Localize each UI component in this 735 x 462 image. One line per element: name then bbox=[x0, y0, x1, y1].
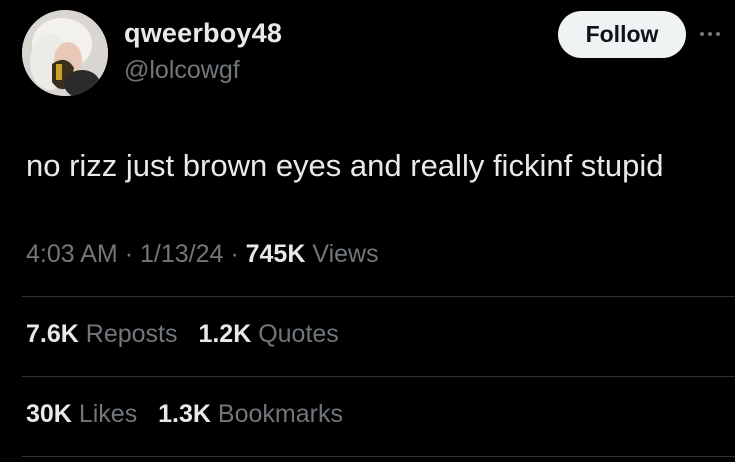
user-handle[interactable]: @lolcowgf bbox=[124, 56, 240, 85]
display-name[interactable]: qweerboy48 bbox=[124, 18, 282, 49]
tweet-date[interactable]: 1/13/24 bbox=[140, 240, 223, 268]
reposts-stat[interactable]: 7.6K Reposts bbox=[26, 320, 177, 349]
reposts-count: 7.6K bbox=[26, 320, 79, 348]
divider bbox=[22, 376, 735, 377]
follow-button[interactable]: Follow bbox=[558, 11, 686, 58]
views-label: Views bbox=[312, 240, 379, 268]
more-dot bbox=[716, 32, 720, 36]
views-count: 745K bbox=[245, 240, 306, 268]
bookmarks-count: 1.3K bbox=[158, 400, 211, 428]
reposts-label: Reposts bbox=[85, 320, 178, 348]
stats-row-reposts-quotes: 7.6K Reposts 1.2K Quotes bbox=[26, 320, 353, 349]
more-dot bbox=[700, 32, 704, 36]
meta-separator: · bbox=[124, 240, 134, 268]
quotes-count: 1.2K bbox=[198, 320, 252, 348]
tweet-meta: 4:03 AM · 1/13/24 · 745K Views bbox=[26, 240, 379, 269]
more-dot bbox=[708, 32, 712, 36]
more-horizontal-icon[interactable] bbox=[700, 24, 734, 44]
likes-label: Likes bbox=[78, 400, 138, 428]
divider bbox=[22, 456, 735, 457]
stats-row-likes-bookmarks: 30K Likes 1.3K Bookmarks bbox=[26, 400, 357, 429]
bookmarks-label: Bookmarks bbox=[217, 400, 343, 428]
tweet-card: qweerboy48 @lolcowgf Follow no rizz just… bbox=[0, 0, 735, 462]
likes-count: 30K bbox=[26, 400, 72, 428]
avatar[interactable] bbox=[22, 10, 108, 96]
meta-separator: · bbox=[230, 240, 239, 268]
tweet-text: no rizz just brown eyes and really ficki… bbox=[26, 148, 664, 183]
likes-stat[interactable]: 30K Likes bbox=[26, 400, 137, 429]
divider bbox=[22, 296, 735, 297]
tweet-time[interactable]: 4:03 AM bbox=[26, 240, 118, 268]
quotes-stat[interactable]: 1.2K Quotes bbox=[198, 320, 338, 349]
bookmarks-stat[interactable]: 1.3K Bookmarks bbox=[158, 400, 343, 429]
avatar-image bbox=[22, 10, 108, 96]
quotes-label: Quotes bbox=[258, 320, 339, 348]
